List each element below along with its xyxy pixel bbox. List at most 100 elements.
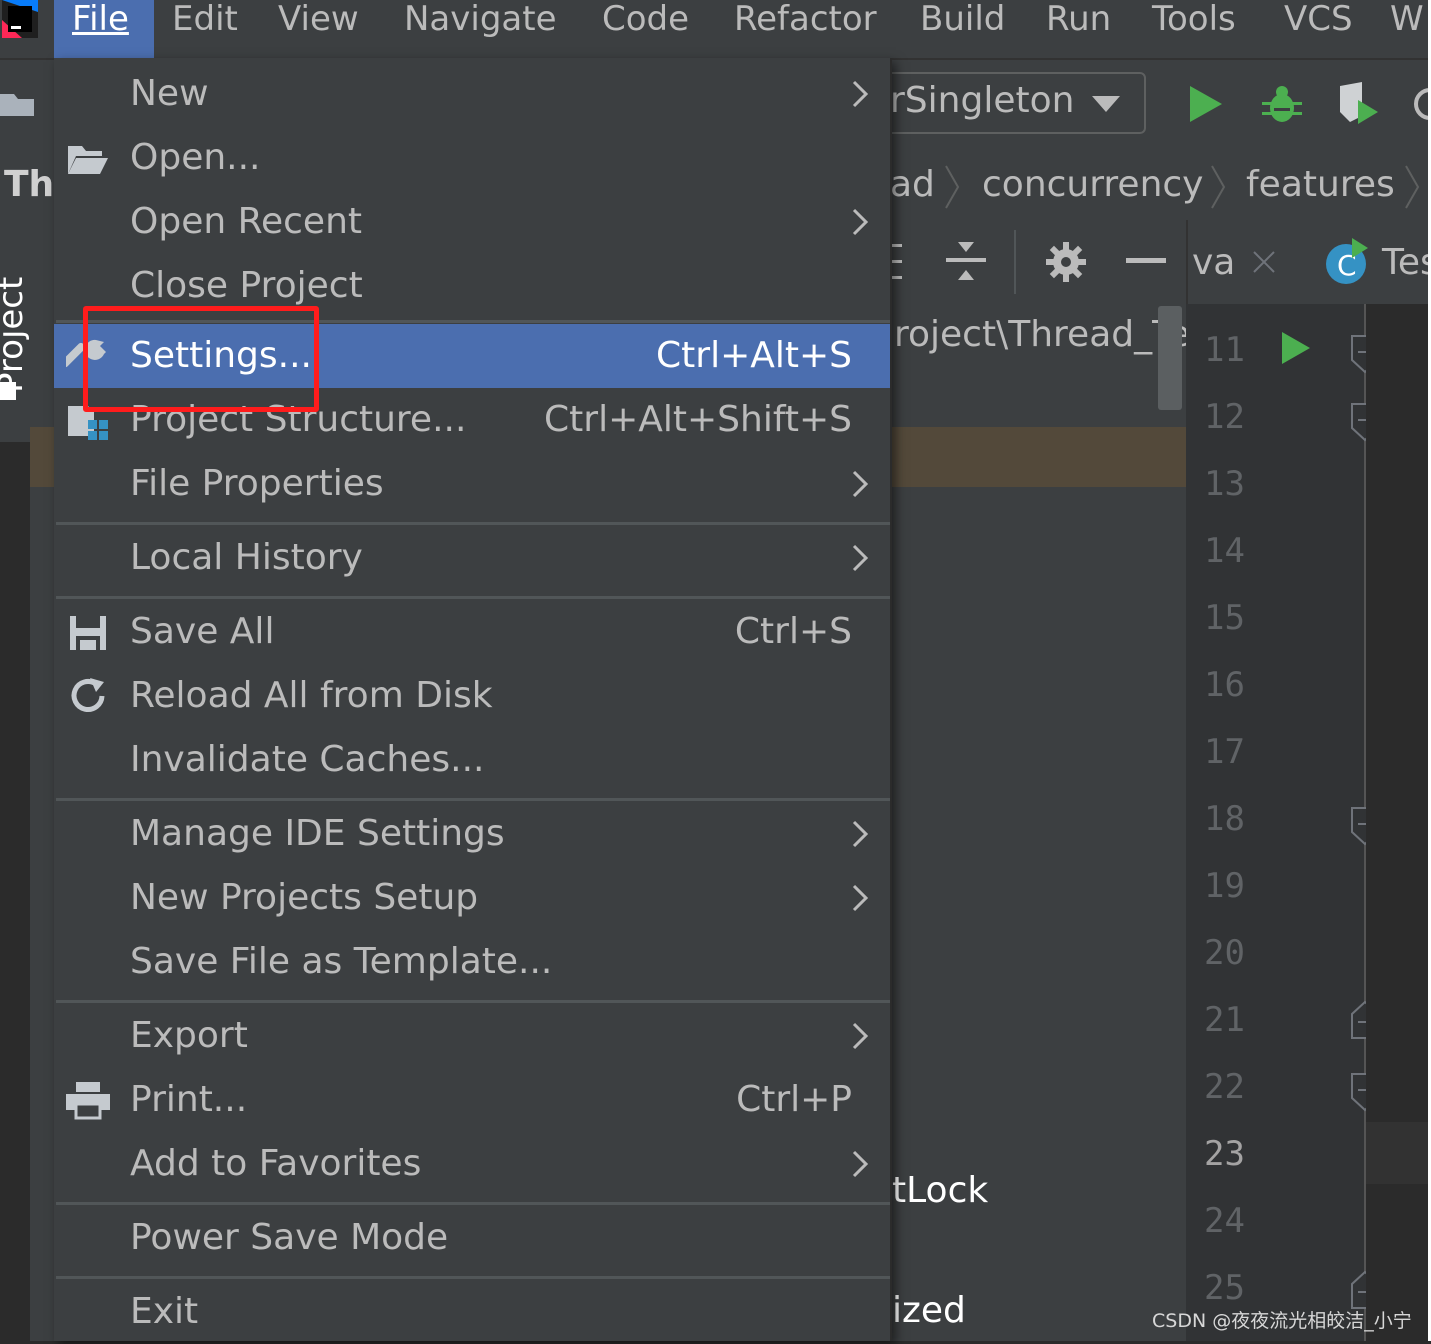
- menu-item-label: New Projects Setup: [130, 877, 479, 918]
- chevron-right-icon: [852, 1150, 869, 1178]
- breadcrumb-separator-icon: [945, 165, 960, 209]
- file-menu-item-reload-all-from-disk[interactable]: Reload All from Disk: [54, 664, 890, 728]
- project-tool-button[interactable]: Project: [0, 248, 31, 398]
- menu-item-label: Invalidate Caches...: [130, 739, 485, 780]
- chevron-right-icon: [852, 80, 869, 108]
- chevron-right-icon: [852, 544, 869, 572]
- menu-item-label: Exit: [130, 1291, 199, 1332]
- editor-tab-label[interactable]: Tes: [1382, 242, 1431, 283]
- file-menu-item-exit[interactable]: Exit: [54, 1280, 890, 1344]
- breadcrumb-separator-icon: [1405, 165, 1420, 209]
- menu-run[interactable]: Run: [1046, 0, 1111, 58]
- collapse-all-icon[interactable]: [946, 240, 986, 284]
- chevron-right-icon: [852, 820, 869, 848]
- left-tool-stripe: Project: [0, 220, 31, 442]
- line-number: 15: [1204, 598, 1245, 638]
- file-menu-item-save-file-as-template[interactable]: Save File as Template...: [54, 930, 890, 994]
- editor-tabs: va C Tes: [1186, 220, 1431, 304]
- debug-icon[interactable]: [1260, 82, 1304, 126]
- project-path: roject\Thread_Te: [894, 314, 1191, 355]
- menu-item-shortcut: Ctrl+Alt+Shift+S: [544, 399, 852, 440]
- save-icon: [70, 616, 106, 650]
- line-number: 16: [1204, 665, 1245, 705]
- menu-item-label: Save All: [130, 611, 275, 652]
- file-menu-item-manage-ide-settings[interactable]: Manage IDE Settings: [54, 802, 890, 866]
- toolbar-divider: [1014, 230, 1016, 294]
- line-number: 24: [1204, 1201, 1245, 1241]
- folder-open-icon: [68, 146, 108, 174]
- menu-separator: [56, 596, 890, 599]
- menu-bar: File Edit View Navigate Code Refactor Bu…: [0, 0, 1431, 60]
- menu-item-label: Open...: [130, 137, 261, 178]
- close-icon[interactable]: [1252, 250, 1276, 274]
- menu-separator: [56, 1202, 890, 1205]
- code-editor[interactable]: [1366, 304, 1431, 1341]
- file-menu-item-export[interactable]: Export: [54, 1004, 890, 1068]
- menu-separator: [56, 798, 890, 801]
- intellij-logo-icon: [2, 0, 38, 38]
- menu-code[interactable]: Code: [602, 0, 689, 58]
- file-menu-item-invalidate-caches[interactable]: Invalidate Caches...: [54, 728, 890, 792]
- file-menu-item-file-properties[interactable]: File Properties: [54, 452, 890, 516]
- annotation-highlight-box: [83, 306, 319, 412]
- menu-navigate[interactable]: Navigate: [404, 0, 557, 58]
- menu-tools[interactable]: Tools: [1152, 0, 1236, 58]
- file-menu-item-new-projects-setup[interactable]: New Projects Setup: [54, 866, 890, 930]
- menu-separator: [56, 1000, 890, 1003]
- tool-stripe-marker: [0, 382, 16, 400]
- menu-window[interactable]: W: [1390, 0, 1424, 58]
- run-config-selector[interactable]: rSingleton: [884, 72, 1146, 134]
- line-number: 22: [1204, 1067, 1245, 1107]
- run-config-label: rSingleton: [890, 80, 1075, 121]
- breadcrumb-concurrency[interactable]: concurrency: [982, 164, 1203, 205]
- scrollbar-thumb[interactable]: [1158, 306, 1182, 410]
- file-menu-item-new[interactable]: New: [54, 62, 890, 126]
- menu-vcs[interactable]: VCS: [1284, 0, 1353, 58]
- menu-file[interactable]: File: [54, 0, 154, 58]
- watermark: CSDN @夜夜流光相皎洁_小宁: [1152, 1310, 1412, 1332]
- coverage-icon[interactable]: [1336, 82, 1386, 128]
- line-number: 14: [1204, 531, 1245, 571]
- line-number: 20: [1204, 933, 1245, 973]
- chevron-right-icon: [852, 208, 869, 236]
- tree-item-lock[interactable]: tLock: [892, 1170, 988, 1211]
- run-icon[interactable]: [1188, 84, 1224, 124]
- minimize-icon[interactable]: [1126, 258, 1166, 266]
- file-menu-item-add-to-favorites[interactable]: Add to Favorites: [54, 1132, 890, 1196]
- menu-item-label: Power Save Mode: [130, 1217, 449, 1258]
- menu-item-label: Add to Favorites: [130, 1143, 422, 1184]
- project-tool-label: Project: [0, 276, 31, 393]
- menu-build[interactable]: Build: [920, 0, 1005, 58]
- folder-icon[interactable]: [0, 86, 36, 122]
- line-number: 11: [1204, 330, 1245, 370]
- file-menu-item-open-recent[interactable]: Open Recent: [54, 190, 890, 254]
- menu-item-label: Export: [130, 1015, 248, 1056]
- caret-row-highlight: [1366, 1122, 1431, 1184]
- file-menu-item-power-save-mode[interactable]: Power Save Mode: [54, 1206, 890, 1270]
- run-gutter-icon[interactable]: [1280, 330, 1312, 366]
- line-number: 17: [1204, 732, 1245, 772]
- menu-refactor[interactable]: Refactor: [734, 0, 877, 58]
- line-number: 21: [1204, 1000, 1245, 1040]
- menu-edit[interactable]: Edit: [172, 0, 238, 58]
- editor-tab-label[interactable]: va: [1192, 242, 1235, 283]
- file-menu-item-print[interactable]: Print... Ctrl+P: [54, 1068, 890, 1132]
- file-menu-item-save-all[interactable]: Save All Ctrl+S: [54, 600, 890, 664]
- line-number: 13: [1204, 464, 1245, 504]
- menu-separator: [56, 1276, 890, 1279]
- gear-icon[interactable]: [1044, 240, 1088, 284]
- menu-item-label: Manage IDE Settings: [130, 813, 505, 854]
- line-number: 18: [1204, 799, 1245, 839]
- breadcrumb-thread[interactable]: ad: [890, 164, 935, 205]
- file-menu-item-open[interactable]: Open...: [54, 126, 890, 190]
- menu-item-label: Open Recent: [130, 201, 363, 242]
- menu-view[interactable]: View: [278, 0, 359, 58]
- chevron-right-icon: [852, 884, 869, 912]
- file-menu-item-local-history[interactable]: Local History: [54, 526, 890, 590]
- tree-item-ized[interactable]: ized: [892, 1290, 966, 1331]
- project-name-label: Th: [4, 164, 55, 205]
- file-menu-dropdown: New Open... Open Recent Close Project Settin…: [54, 58, 892, 1341]
- chevron-right-icon: [852, 1022, 869, 1050]
- menu-item-shortcut: Ctrl+P: [736, 1079, 852, 1120]
- breadcrumb-features[interactable]: features: [1246, 164, 1395, 205]
